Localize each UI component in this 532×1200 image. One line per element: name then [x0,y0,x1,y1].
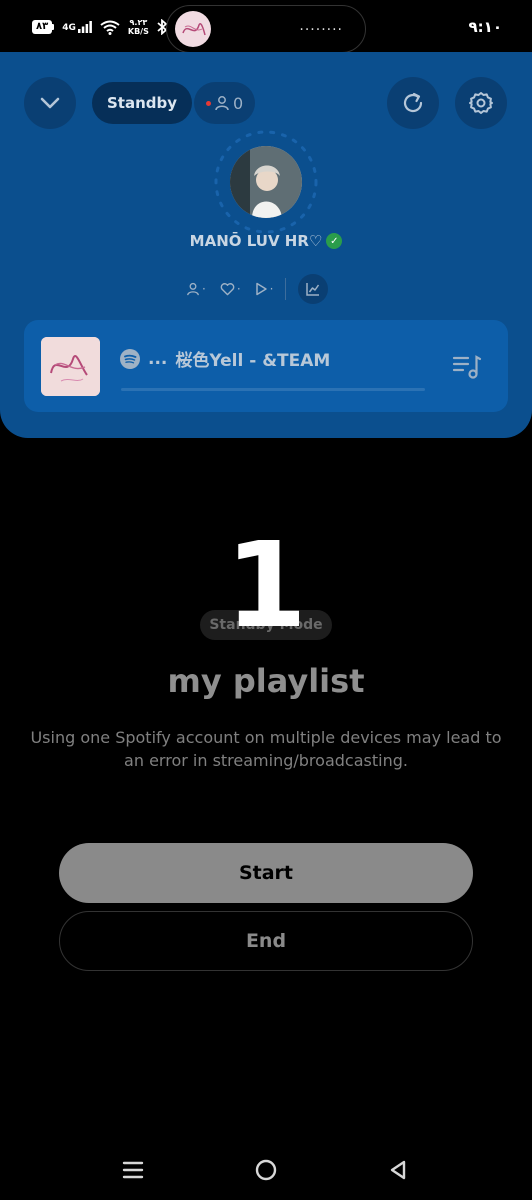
collapse-button[interactable] [24,77,76,129]
wifi-icon [100,20,120,35]
state-label: Standby [107,94,178,112]
now-playing-card[interactable]: ... 桜色Yell - &TEAM [24,320,508,412]
network-speed-value: ٩.٢٣ [129,18,148,27]
track-prefix: ... [148,348,168,369]
start-button[interactable]: Start [59,843,473,903]
network-speed-unit: KB/S [127,27,149,36]
pill-dots: ........ [299,18,343,34]
battery-icon: ٨٣ [32,20,55,34]
system-nav-bar [0,1140,532,1200]
stats-divider [285,278,287,300]
listener-count-badge[interactable]: 0 [194,82,256,124]
room-panel: Standby 0 MANŌ LUV HR♡ ✓ · · · ... 桜色Yel… [0,52,532,438]
back-button[interactable] [376,1148,420,1192]
spotify-icon [120,348,140,369]
dynamic-island[interactable]: ........ [166,5,366,53]
heart-icon [220,283,235,296]
chart-icon [306,283,320,296]
playlist-title: my playlist [167,662,365,700]
clock: ٩:١٠ [468,18,502,36]
now-playing-info: ... 桜色Yell - &TEAM [120,346,330,371]
stats-chart-button[interactable] [298,274,329,304]
likes-value: · [236,282,241,296]
plays-value: · [269,282,274,296]
queue-icon [452,355,482,379]
followers-stat: · [186,282,206,296]
battery-level: ٨٣ [32,20,53,34]
state-badge: Standby [92,82,193,124]
countdown-number: 1 [224,516,308,654]
track-title: 桜色Yell - &TEAM [175,351,331,371]
host-name: MANŌ LUV HR♡ ✓ [0,232,532,250]
likes-stat: · [220,282,241,296]
refresh-button[interactable] [387,77,439,129]
listener-count: 0 [233,93,244,113]
signal-icon: 4G [62,21,92,33]
track-progress-bar[interactable] [121,388,425,391]
recents-button[interactable] [111,1148,155,1192]
host-stats: · · · [186,274,329,304]
user-icon [215,96,229,111]
host-avatar[interactable] [210,130,322,242]
end-button[interactable]: End [59,911,473,971]
pill-album-art [175,11,211,47]
queue-button[interactable] [452,352,482,384]
followers-value: · [202,282,206,296]
back-icon [390,1160,406,1180]
verified-icon: ✓ [326,233,343,249]
album-art [41,337,100,396]
status-icons: ٨٣ 4G ٩.٢٣ KB/S [32,18,168,36]
chevron-down-icon [40,97,60,109]
network-type: 4G [62,23,76,33]
gear-icon [469,92,493,114]
refresh-icon [403,92,423,113]
warning-text: Using one Spotify account on multiple de… [30,728,502,770]
live-dot [206,100,211,106]
username-text: MANŌ LUV HR♡ [189,232,323,250]
play-icon [255,282,267,296]
network-speed: ٩.٢٣ KB/S [128,18,149,36]
home-icon [255,1159,277,1181]
user-icon [187,282,199,296]
avatar [230,146,302,218]
plays-stat: · [255,282,274,296]
status-bar: ٨٣ 4G ٩.٢٣ KB/S ........ ٩:١٠ [0,0,532,58]
menu-icon [122,1161,144,1179]
home-button[interactable] [244,1148,288,1192]
settings-button[interactable] [455,77,507,129]
